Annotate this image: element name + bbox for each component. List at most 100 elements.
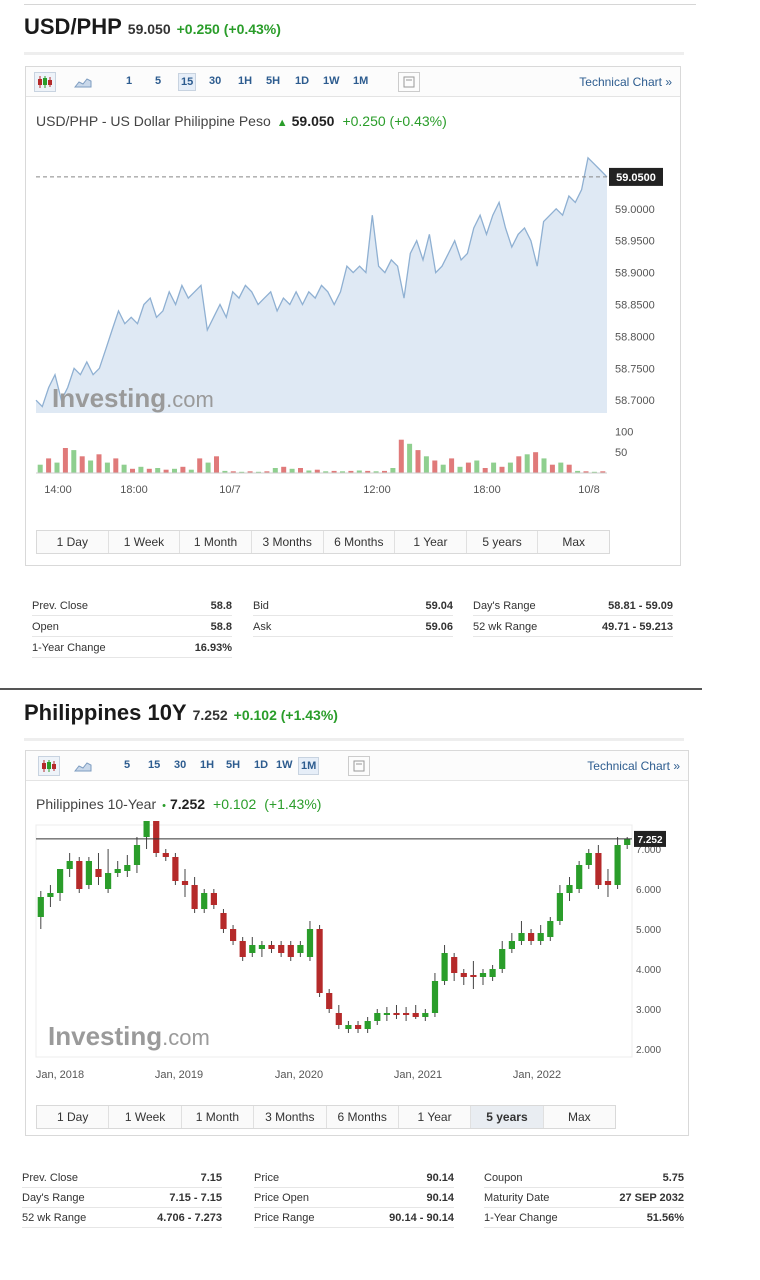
usd-volume-bar xyxy=(272,468,278,473)
stat-value: 58.8 xyxy=(210,620,232,633)
stat-label: Day's Range xyxy=(22,1191,85,1204)
usd-interval-30[interactable]: 30 xyxy=(207,73,223,89)
usd-chart-price: 59.050 xyxy=(291,113,335,129)
stat-label: 1-Year Change xyxy=(484,1211,558,1224)
ph-stat-52-wk-range: 52 wk Range 4.706 - 7.273 xyxy=(22,1208,222,1228)
candlestick-icon[interactable] xyxy=(34,72,56,92)
ph-stat-coupon: Coupon 5.75 xyxy=(484,1168,684,1188)
usd-heading-rule xyxy=(24,52,684,55)
usd-interval-1w[interactable]: 1W xyxy=(321,73,342,89)
top-divider xyxy=(24,4,696,5)
ph-range-1-day[interactable]: 1 Day xyxy=(37,1106,110,1128)
ph-interval-1w[interactable]: 1W xyxy=(274,757,295,773)
usd-range-max[interactable]: Max xyxy=(538,531,609,553)
usd-volume-bar xyxy=(71,450,77,473)
stat-value: 7.15 - 7.15 xyxy=(169,1191,222,1204)
ph-stat-price-open: Price Open 90.14 xyxy=(254,1188,454,1208)
usd-range-1-month[interactable]: 1 Month xyxy=(180,531,252,553)
ph-stat-1-year-change: 1-Year Change 51.56% xyxy=(484,1208,684,1228)
area-chart-icon[interactable] xyxy=(72,756,94,776)
up-arrow-icon: ▲ xyxy=(276,117,288,129)
usd-volume-bar xyxy=(96,454,102,474)
ph-candle xyxy=(172,853,179,885)
ph-chart-change: +0.102 xyxy=(213,796,257,812)
stat-value: 59.06 xyxy=(425,620,453,633)
stat-label: Price Open xyxy=(254,1191,310,1204)
stat-value: 58.81 - 59.09 xyxy=(608,599,673,612)
ph-stat-price-range: Price Range 90.14 - 90.14 xyxy=(254,1208,454,1228)
usd-volume-bar xyxy=(398,439,404,473)
usd-volume-bar xyxy=(54,462,60,473)
stat-value: 58.8 xyxy=(210,599,232,612)
ph-interval-15[interactable]: 15 xyxy=(146,757,162,773)
stat-value: 90.14 xyxy=(426,1191,454,1204)
usd-range-6-months[interactable]: 6 Months xyxy=(324,531,396,553)
usd-interval-1m[interactable]: 1M xyxy=(351,73,370,89)
ph-interval-5h[interactable]: 5H xyxy=(224,757,242,773)
candlestick-icon[interactable] xyxy=(38,756,60,776)
bullet-icon: • xyxy=(162,800,166,812)
ph-stat-price: Price 90.14 xyxy=(254,1168,454,1188)
stat-value: 16.93% xyxy=(194,641,232,654)
usd-volume-bar xyxy=(155,468,161,473)
usd-volume-bar xyxy=(482,468,488,473)
ph-candle xyxy=(85,857,92,889)
ph-range-1-year[interactable]: 1 Year xyxy=(399,1106,472,1128)
stat-value: 90.14 xyxy=(426,1171,454,1184)
ph-range-max[interactable]: Max xyxy=(544,1106,615,1128)
usd-volume-bar xyxy=(138,466,144,474)
ph-range-bar: 1 Day 1 Week 1 Month 3 Months 6 Months 1 Year… xyxy=(36,1105,616,1129)
investing-logo: Investing.com xyxy=(48,1021,210,1051)
usd-range-5-years[interactable]: 5 years xyxy=(467,531,539,553)
usd-range-1-day[interactable]: 1 Day xyxy=(37,531,109,553)
ph-interval-5[interactable]: 5 xyxy=(122,757,132,773)
ph-interval-1d[interactable]: 1D xyxy=(252,757,270,773)
usd-volume-bar xyxy=(113,458,119,473)
usd-chart-panel: 1 5 15 30 1H 5H 1D 1W 1M Technical Chart » USD/P… xyxy=(25,66,681,566)
stat-label: Bid xyxy=(253,599,269,612)
usd-range-1-year[interactable]: 1 Year xyxy=(395,531,467,553)
usd-volume-bar xyxy=(281,466,287,474)
usd-volume-bar xyxy=(457,466,463,474)
ph-range-1-week[interactable]: 1 Week xyxy=(109,1106,182,1128)
usd-range-1-week[interactable]: 1 Week xyxy=(109,531,181,553)
usd-interval-1d[interactable]: 1D xyxy=(293,73,311,89)
usd-volume-bar xyxy=(390,468,396,473)
usd-interval-1[interactable]: 1 xyxy=(124,73,134,89)
area-chart-icon[interactable] xyxy=(72,72,94,92)
usd-x-tick: 18:00 xyxy=(120,484,148,496)
usd-volume-bar xyxy=(415,450,421,473)
usd-interval-1h[interactable]: 1H xyxy=(236,73,254,89)
settings-icon[interactable] xyxy=(398,72,420,92)
ph-interval-1m[interactable]: 1M xyxy=(298,757,320,775)
usd-range-3-months[interactable]: 3 Months xyxy=(252,531,324,553)
usd-volume-bar xyxy=(549,464,555,473)
stat-value: 51.56% xyxy=(646,1211,684,1224)
usd-volume-bar xyxy=(507,462,513,473)
ph-x-tick: Jan, 2018 xyxy=(36,1069,84,1081)
ph-y-tick: 2.000 xyxy=(636,1045,661,1056)
usd-chart-svg[interactable]: 59.0500 59.0000 58.9500 58.9000 58.8500 58.80… xyxy=(26,137,680,517)
usd-stat-day-s-range: Day's Range 58.81 - 59.09 xyxy=(473,596,673,616)
ph-range-5-years[interactable]: 5 years xyxy=(471,1106,544,1128)
ph-interval-30[interactable]: 30 xyxy=(172,757,188,773)
ph-range-3-months[interactable]: 3 Months xyxy=(254,1106,327,1128)
usd-volume-bar xyxy=(121,464,127,473)
usd-y-tick: 58.9000 xyxy=(615,268,655,280)
usd-technical-chart-link[interactable]: Technical Chart » xyxy=(579,75,672,89)
ph-candle xyxy=(576,861,583,893)
usd-interval-5h[interactable]: 5H xyxy=(264,73,282,89)
ph-range-6-months[interactable]: 6 Months xyxy=(327,1106,399,1128)
ph-heading-rule xyxy=(24,738,684,741)
ph-technical-chart-link[interactable]: Technical Chart » xyxy=(587,759,680,773)
ph-range-1-month[interactable]: 1 Month xyxy=(182,1106,255,1128)
usd-volume-bar xyxy=(432,460,438,473)
settings-icon[interactable] xyxy=(348,756,370,776)
usd-interval-5[interactable]: 5 xyxy=(153,73,163,89)
usd-stat-1-year-change: 1-Year Change 16.93% xyxy=(32,638,232,658)
ph-heading: Philippines 10Y 7.252 +0.102 (+1.43%) xyxy=(24,700,338,726)
usd-interval-15[interactable]: 15 xyxy=(178,73,197,91)
ph-chart-svg[interactable]: Investing.com7.0006.0005.0004.0003.0002.… xyxy=(26,821,688,1091)
ph-interval-1h[interactable]: 1H xyxy=(198,757,216,773)
ph-x-tick: Jan, 2021 xyxy=(394,1069,442,1081)
